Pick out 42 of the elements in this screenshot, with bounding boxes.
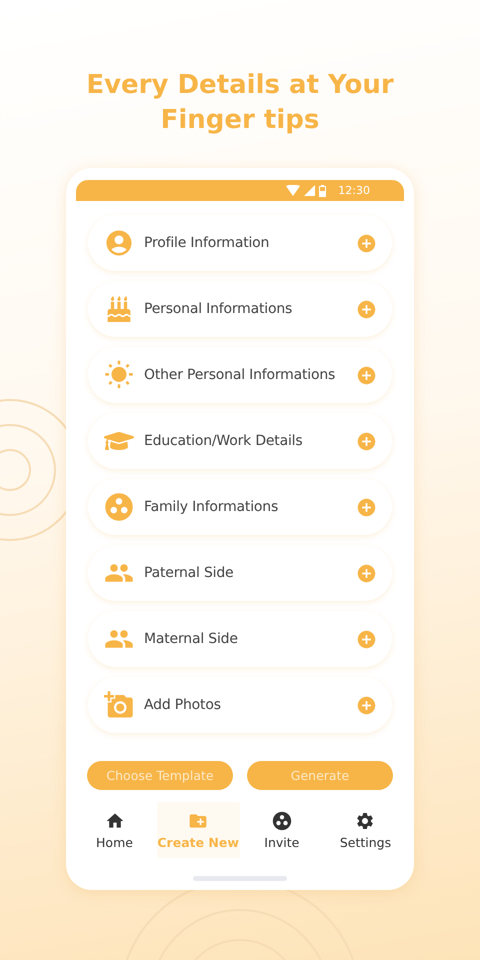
settings-icon xyxy=(355,810,376,830)
section-label: Paternal Side xyxy=(144,565,234,581)
cake-icon xyxy=(106,296,132,322)
add-icon[interactable] xyxy=(356,298,377,320)
add-icon[interactable] xyxy=(356,364,377,386)
add-icon[interactable] xyxy=(356,232,377,254)
nav-label: Invite xyxy=(264,834,300,850)
section-label: Add Photos xyxy=(144,697,222,713)
section-label: Family Informations xyxy=(144,499,280,515)
section-row[interactable]: Other Personal Informations xyxy=(88,347,392,403)
home-icon xyxy=(104,810,124,830)
section-row[interactable]: Family Informations xyxy=(88,479,392,535)
section-row[interactable]: Education/Work Details xyxy=(88,413,392,469)
section-row[interactable]: Profile Information xyxy=(88,215,392,271)
section-label: Other Personal Informations xyxy=(144,367,336,383)
nav-tab[interactable]: Home xyxy=(73,802,156,858)
nav-label: Create New xyxy=(157,834,239,850)
status-time: 12:30 xyxy=(338,184,370,197)
battery-icon xyxy=(319,184,326,196)
section-label: Maternal Side xyxy=(144,631,239,647)
section-row[interactable]: Maternal Side xyxy=(88,611,392,667)
family-icon xyxy=(104,492,134,522)
section-label: Profile Information xyxy=(144,235,270,251)
add-icon[interactable] xyxy=(356,496,377,518)
headline: Every Details at Your Finger tips xyxy=(85,69,395,137)
signal-icon xyxy=(304,185,316,196)
nav-tab[interactable]: Settings xyxy=(324,802,407,858)
wifi-icon xyxy=(286,185,300,196)
section-row[interactable]: Personal Informations xyxy=(88,281,392,337)
nav-label: Settings xyxy=(340,834,392,850)
section-label: Personal Informations xyxy=(144,301,294,317)
add-icon[interactable] xyxy=(356,430,377,452)
add-icon[interactable] xyxy=(356,694,377,716)
section-row[interactable]: Add Photos xyxy=(88,677,392,733)
family-icon xyxy=(272,810,292,830)
add-icon[interactable] xyxy=(356,628,377,650)
nav-label: Home xyxy=(96,834,133,850)
add-icon[interactable] xyxy=(356,562,377,584)
nav-tab[interactable]: Invite xyxy=(240,802,324,858)
sun-icon xyxy=(104,360,134,390)
section-label: Education/Work Details xyxy=(144,433,304,449)
section-row[interactable]: Paternal Side xyxy=(88,545,392,601)
